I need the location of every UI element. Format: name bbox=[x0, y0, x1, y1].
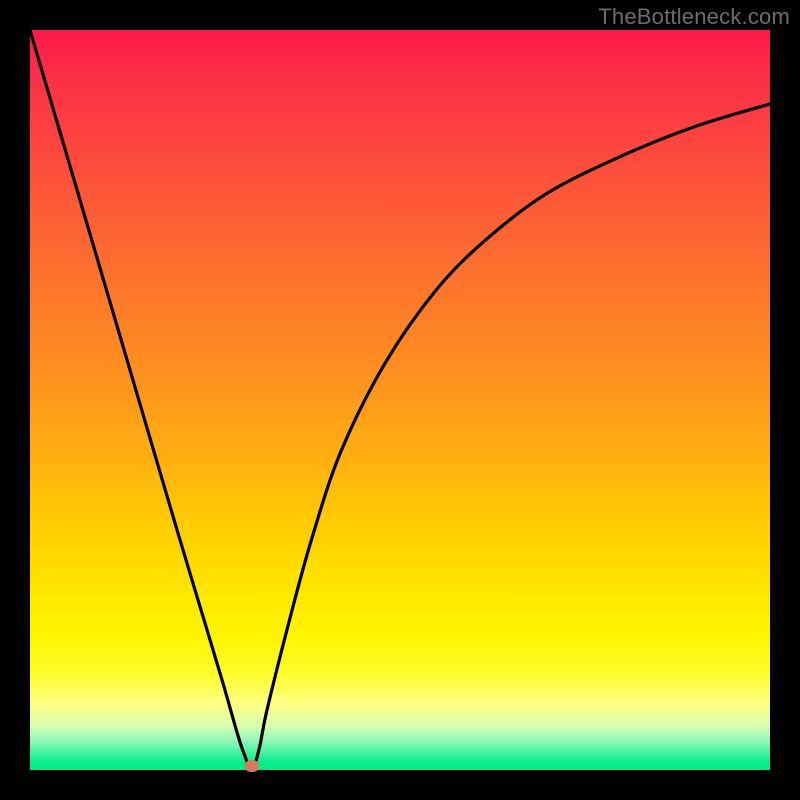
chart-frame: TheBottleneck.com bbox=[0, 0, 800, 800]
minimum-marker bbox=[245, 760, 259, 772]
bottleneck-curve bbox=[30, 30, 770, 770]
watermark-text: TheBottleneck.com bbox=[598, 4, 790, 30]
plot-area bbox=[30, 30, 770, 770]
curve-path bbox=[30, 30, 770, 770]
